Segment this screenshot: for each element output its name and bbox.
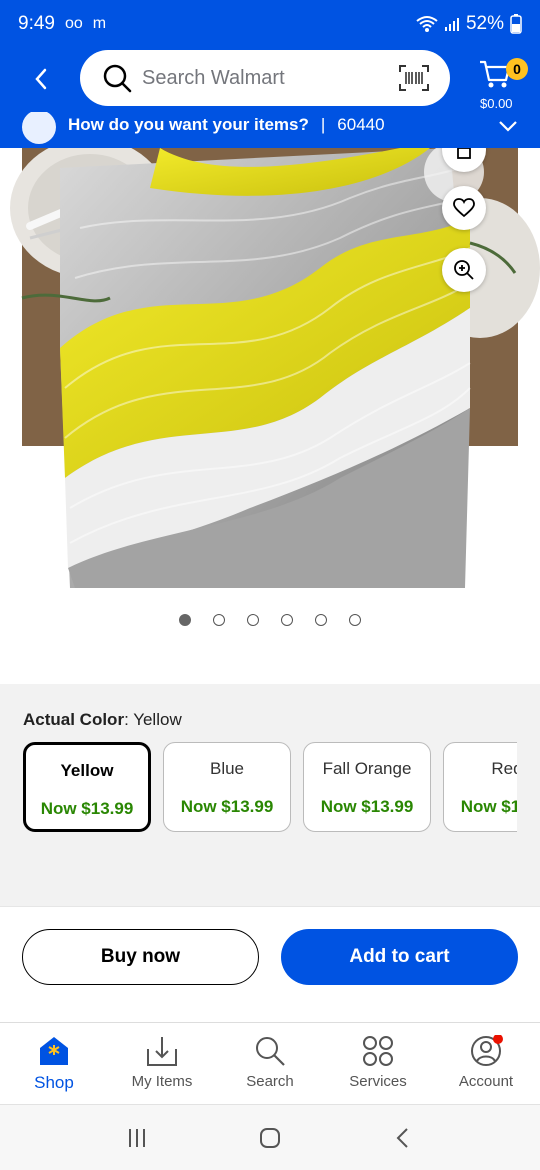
- delivery-prompt: How do you want your items?: [68, 115, 309, 134]
- color-option-fall-orange[interactable]: Fall Orange Now $13.99: [303, 742, 431, 832]
- color-option-red[interactable]: Red Now $13.99: [443, 742, 517, 832]
- heart-icon: [453, 198, 475, 218]
- carousel-dot[interactable]: [179, 614, 191, 626]
- mcdonalds-icon: m: [92, 15, 107, 32]
- barcode-scanner-icon[interactable]: [398, 64, 430, 92]
- wifi-icon: [416, 16, 438, 32]
- back-nav-icon[interactable]: [391, 1126, 415, 1150]
- carousel-indicator[interactable]: [0, 614, 540, 626]
- carousel-dot[interactable]: [213, 614, 225, 626]
- purchase-actions: Buy now Add to cart: [0, 906, 540, 1022]
- buy-now-button[interactable]: Buy now: [22, 929, 259, 985]
- voicemail-icon: oo: [64, 15, 83, 32]
- search-icon: [256, 1037, 285, 1066]
- carousel-dot[interactable]: [349, 614, 361, 626]
- add-to-cart-button[interactable]: Add to cart: [281, 929, 518, 985]
- favorite-button[interactable]: [442, 186, 486, 230]
- actual-color-label: Actual Color: Yellow: [23, 710, 182, 730]
- delivery-selector[interactable]: How do you want your items? | 60440: [0, 112, 540, 148]
- zoom-button[interactable]: [442, 248, 486, 292]
- services-icon: [363, 1036, 393, 1066]
- tab-shop[interactable]: Shop: [0, 1023, 108, 1104]
- color-option-price: Now $13.99: [180, 797, 274, 816]
- search-input[interactable]: Search Walmart: [80, 50, 450, 106]
- delivery-separator: |: [320, 115, 326, 134]
- search-icon: [103, 64, 132, 93]
- share-icon: [457, 148, 471, 159]
- tab-account[interactable]: Account: [432, 1023, 540, 1104]
- carousel-dot[interactable]: [247, 614, 259, 626]
- tab-label: Services: [349, 1073, 407, 1090]
- variant-selected-value: : Yellow: [124, 710, 182, 729]
- tab-label: Search: [246, 1073, 294, 1090]
- chevron-left-icon: [35, 68, 47, 90]
- battery-percent: 52%: [465, 13, 504, 34]
- search-placeholder: Search Walmart: [142, 66, 285, 89]
- product-image-gallery[interactable]: [0, 148, 540, 608]
- account-icon: [471, 1035, 503, 1066]
- cart-total: $0.00: [480, 96, 513, 111]
- delivery-avatar-icon: [22, 112, 56, 144]
- tab-label: Shop: [34, 1073, 74, 1092]
- back-button[interactable]: [24, 62, 58, 96]
- delivery-zip: 60440: [337, 115, 385, 134]
- color-option-price: Now $13.99: [40, 799, 134, 818]
- header: Search Walmart 0 $0.00: [0, 48, 540, 112]
- color-options: Yellow Now $13.99 Blue Now $13.99 Fall O…: [23, 742, 517, 834]
- color-option-name: Yellow: [60, 761, 114, 780]
- cart-button[interactable]: 0 $0.00: [478, 58, 534, 111]
- color-variants-section: Actual Color: Yellow Yellow Now $13.99 B…: [0, 684, 540, 906]
- carousel-dot[interactable]: [315, 614, 327, 626]
- recent-apps-icon[interactable]: [125, 1126, 149, 1150]
- home-button-icon[interactable]: [258, 1126, 282, 1150]
- color-option-yellow[interactable]: Yellow Now $13.99: [23, 742, 151, 832]
- status-time: 9:49: [18, 13, 55, 34]
- color-option-name: Fall Orange: [322, 759, 412, 778]
- chevron-down-icon: [499, 121, 517, 132]
- tab-search[interactable]: Search: [216, 1023, 324, 1104]
- my-items-icon: [147, 1037, 177, 1066]
- tab-label: Account: [458, 1073, 514, 1090]
- color-option-blue[interactable]: Blue Now $13.99: [163, 742, 291, 832]
- home-icon: [40, 1037, 68, 1065]
- system-navigation-bar: [0, 1104, 540, 1170]
- tab-my-items[interactable]: My Items: [108, 1023, 216, 1104]
- color-option-price: Now $13.99: [460, 797, 517, 816]
- color-option-name: Blue: [209, 759, 245, 778]
- bottom-tab-bar: Shop My Items Search Services Account: [0, 1022, 540, 1104]
- variant-label: Actual Color: [23, 710, 125, 729]
- tab-label: My Items: [131, 1073, 193, 1090]
- tab-services[interactable]: Services: [324, 1023, 432, 1104]
- signal-icon: [444, 18, 459, 31]
- color-option-price: Now $13.99: [320, 797, 414, 816]
- battery-icon: [510, 14, 522, 34]
- color-option-name: Red: [491, 759, 517, 778]
- cart-count-badge: 0: [506, 58, 528, 80]
- status-bar: 9:49 oo m 52%: [0, 0, 540, 48]
- carousel-dot[interactable]: [281, 614, 293, 626]
- zoom-in-icon: [454, 260, 474, 280]
